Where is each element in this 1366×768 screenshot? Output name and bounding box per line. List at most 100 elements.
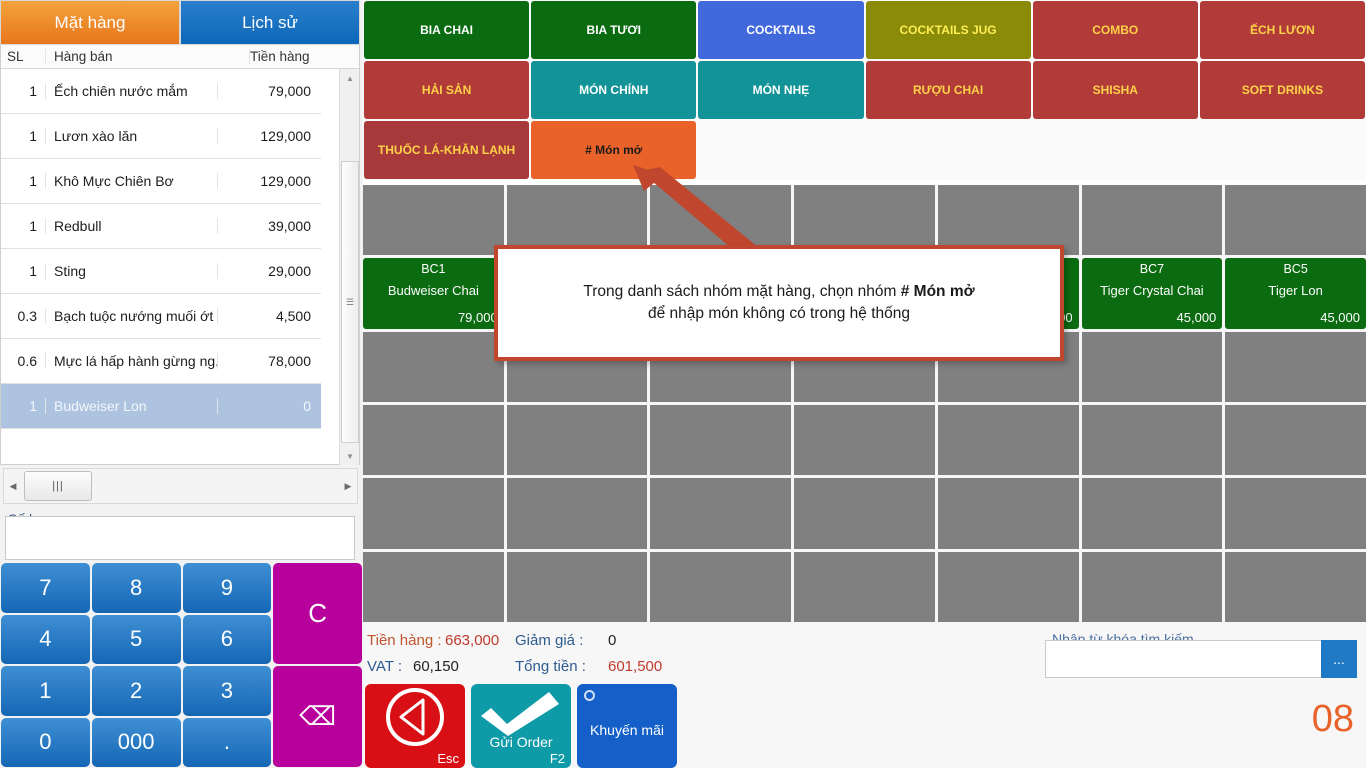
category-button[interactable]: ẾCH LƯƠN [1199,1,1365,59]
product-grid-empty-cell[interactable] [506,478,648,549]
category-button[interactable]: COMBO [1032,1,1198,59]
row-name: Redbull [45,218,217,234]
keypad-key-0[interactable]: 0 [1,717,90,767]
tab-lich-su[interactable]: Lịch sử [180,0,360,45]
table-row[interactable]: 0.3 Bạch tuộc nướng muối ớt 4,500 [1,294,321,339]
row-amount: 78,000 [217,353,321,369]
action-buttons: Esc Gửi Order F2 Khuyến mãi [365,684,677,768]
table-row[interactable]: 1 Lươn xào lăn 129,000 [1,114,321,159]
order-list-vertical-scrollbar[interactable]: ▲ ☰ ▼ [339,69,359,465]
product-tile[interactable]: BC7 Tiger Crystal Chai 45,000 [1081,258,1223,329]
scroll-grip-icon: ☰ [345,296,355,307]
product-grid-empty-cell[interactable] [1225,331,1366,402]
keypad-key-4[interactable]: 4 [1,614,90,664]
column-header-qty: SL [7,49,24,64]
product-grid-empty-cell[interactable] [506,551,648,622]
quantity-input[interactable] [5,516,355,560]
product-grid-empty-cell[interactable] [937,405,1079,476]
product-grid-empty-cell[interactable] [1225,405,1366,476]
keypad-key-7[interactable]: 7 [1,563,90,613]
product-grid-empty-cell[interactable] [794,478,935,549]
table-row[interactable]: 1 Ếch chiên nước mắm 79,000 [1,69,321,114]
category-button[interactable]: THUỐC LÁ-KHĂN LẠNH [364,121,530,179]
keypad-key-000[interactable]: 000 [91,717,181,767]
column-header-amount: Tiền hàng [249,49,359,64]
order-rows-container: 1 Ếch chiên nước mắm 79,000 1 Lươn xào lăn 12… [1,69,321,439]
scroll-up-icon[interactable]: ▲ [340,69,360,87]
product-grid-empty-cell[interactable] [506,405,648,476]
product-grid-empty-cell[interactable] [363,478,504,549]
product-grid-empty-cell[interactable] [650,478,792,549]
product-tile[interactable]: BC5 Tiger Lon 45,000 [1225,258,1366,329]
horizontal-scroll-thumb[interactable]: ||| [24,471,92,501]
product-grid-empty-cell[interactable] [794,551,935,622]
horizontal-scroll-track[interactable]: ||| [22,469,339,503]
category-button[interactable]: COCKTAILS [698,1,864,59]
product-grid-empty-cell[interactable] [1225,551,1366,622]
category-button[interactable]: SHISHA [1032,61,1198,119]
scroll-down-icon[interactable]: ▼ [340,447,360,465]
keypad-key-5[interactable]: 5 [91,614,181,664]
product-grid-empty-cell[interactable] [363,405,504,476]
product-tile[interactable]: BC1 Budweiser Chai 79,000 [363,258,504,329]
product-grid-empty-cell[interactable] [937,478,1079,549]
product-grid-empty-cell[interactable] [363,185,504,256]
table-row[interactable]: 1 Sting 29,000 [1,249,321,294]
category-button[interactable]: HẢI SẢN [364,61,530,119]
order-list-horizontal-scrollbar[interactable]: ◀ ||| ▶ [3,468,358,504]
product-name: Budweiser Chai [387,283,479,299]
keypad-key-2[interactable]: 2 [91,666,181,716]
keypad-key-8[interactable]: 8 [91,563,181,613]
category-button[interactable]: RƯỢU CHAI [865,61,1031,119]
product-grid-empty-cell[interactable] [1081,478,1223,549]
product-grid-empty-cell[interactable] [1225,185,1366,256]
keypad-clear-button[interactable]: C [273,563,362,664]
keypad-key-1[interactable]: 1 [1,666,90,716]
product-grid-empty-cell[interactable] [794,405,935,476]
product-code: BC7 [1139,262,1165,277]
product-grid-empty-cell[interactable] [1225,478,1366,549]
search-more-button[interactable]: ... [1321,640,1357,678]
table-row[interactable]: 1 Budweiser Lon 0 [1,384,321,429]
category-button[interactable]: MÓN NHẸ [698,61,864,119]
category-button[interactable]: BIA TƯƠI [531,1,697,59]
product-grid-empty-cell[interactable] [363,331,504,402]
product-grid-empty-cell[interactable] [650,551,792,622]
keypad-key-6[interactable]: 6 [182,614,272,664]
scroll-left-icon[interactable]: ◀ [4,481,22,492]
keypad-key-3[interactable]: 3 [182,666,272,716]
category-button[interactable]: MÓN CHÍNH [531,61,697,119]
tab-mat-hang[interactable]: Mặt hàng [0,0,180,45]
row-amount: 79,000 [217,83,321,99]
row-amount: 129,000 [217,128,321,144]
product-grid-empty-cell[interactable] [650,405,792,476]
search-input[interactable] [1045,640,1323,678]
row-qty: 1 [29,173,37,189]
send-order-button[interactable]: Gửi Order F2 [471,684,571,768]
back-button[interactable]: Esc [365,684,465,768]
product-grid-empty-cell[interactable] [1081,405,1223,476]
category-button[interactable]: SOFT DRINKS [1199,61,1365,119]
product-grid-empty-cell[interactable] [1081,331,1223,402]
row-amount: 0 [217,398,321,414]
row-qty: 0.3 [17,308,37,324]
keypad-key-dot[interactable]: . [182,717,272,767]
table-row[interactable]: 0.6 Mực lá hấp hành gừng ng... 78,000 [1,339,321,384]
vertical-scroll-thumb[interactable]: ☰ [341,161,359,443]
promotion-button[interactable]: Khuyến mãi [577,684,677,768]
keypad-key-9[interactable]: 9 [182,563,272,613]
category-button[interactable]: COCKTAILS JUG [865,1,1031,59]
product-grid-empty-cell[interactable] [937,551,1079,622]
product-name: Tiger Lon [1268,283,1323,299]
product-grid-empty-cell[interactable] [1081,551,1223,622]
product-grid-empty-cell[interactable] [1081,185,1223,256]
back-arrow-icon [386,688,444,746]
table-row[interactable]: 1 Khô Mực Chiên Bơ 129,000 [1,159,321,204]
scroll-right-icon[interactable]: ▶ [339,481,357,492]
panel-tabs: Mặt hàng Lịch sử [0,0,360,45]
table-row[interactable]: 1 Redbull 39,000 [1,204,321,249]
category-button[interactable]: BIA CHAI [364,1,530,59]
keypad-backspace-button[interactable]: ⌫ [273,666,362,767]
product-grid-empty-cell[interactable] [363,551,504,622]
row-amount: 129,000 [217,173,321,189]
